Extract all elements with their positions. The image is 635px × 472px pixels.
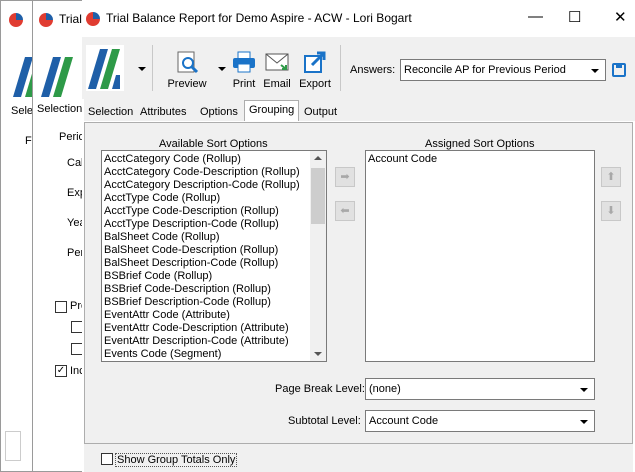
app-logo [39, 53, 77, 99]
vertical-scrollbar[interactable] [310, 151, 326, 361]
answers-value: Reconcile AP for Previous Period [404, 64, 566, 76]
show-totals-label: Show Group Totals Only [115, 453, 238, 467]
app-icon [39, 13, 53, 27]
title-bar[interactable]: Trial Balance Report for Demo Aspire - A… [82, 0, 635, 37]
preview-dropdown-icon[interactable] [218, 67, 226, 71]
page-break-value: (none) [369, 383, 401, 395]
move-left-button[interactable]: ⬅ [335, 201, 355, 221]
tab-selection[interactable]: Selection [84, 103, 137, 121]
scroll-thumb[interactable] [311, 168, 325, 224]
close-button[interactable]: ✕ [614, 8, 627, 26]
tab-strip: Selection Attributes Options Grouping Ou… [84, 99, 635, 121]
printer-icon [233, 51, 255, 73]
subtotal-dropdown[interactable]: Account Code [365, 410, 595, 432]
print-button[interactable]: Print [228, 49, 260, 90]
list-item[interactable]: AcctType Description-Code (Rollup) [102, 218, 310, 231]
list-item[interactable]: BalSheet Code-Description (Rollup) [102, 244, 310, 257]
list-item[interactable]: BalSheet Code (Rollup) [102, 231, 310, 244]
assigned-sort-title: Assigned Sort Options [425, 138, 535, 150]
page-break-label: Page Break Level: [275, 383, 365, 395]
answers-label: Answers: [350, 64, 396, 76]
email-button[interactable]: Email [260, 49, 294, 90]
logo-dropdown-icon[interactable] [138, 67, 146, 71]
preview-label: Preview [167, 78, 207, 90]
answers-dropdown[interactable]: Reconcile AP for Previous Period [400, 59, 606, 81]
list-item[interactable]: BSBrief Description-Code (Rollup) [102, 296, 310, 309]
bg-group-label: Perio [59, 131, 85, 143]
chevron-down-icon [591, 69, 599, 73]
list-item[interactable]: BSBrief Code-Description (Rollup) [102, 283, 310, 296]
export-label: Export [299, 78, 331, 90]
preview-icon [177, 51, 199, 74]
minimize-button[interactable]: — [528, 8, 543, 25]
tab-attributes[interactable]: Attributes [136, 103, 190, 121]
app-icon [86, 12, 100, 26]
list-item[interactable]: AcctCategory Code (Rollup) [102, 153, 310, 166]
tab-grouping[interactable]: Grouping [244, 100, 300, 121]
print-label: Print [232, 78, 256, 90]
show-totals-checkbox[interactable] [101, 453, 113, 465]
bg-tab-label[interactable]: Sele [11, 105, 33, 117]
list-item[interactable]: BalSheet Description-Code (Rollup) [102, 257, 310, 270]
list-item[interactable]: AcctCategory Description-Code (Rollup) [102, 179, 310, 192]
list-item[interactable]: Account Code [366, 153, 594, 166]
move-right-button[interactable]: ➡ [335, 167, 355, 187]
list-item[interactable]: EventAttr Code (Attribute) [102, 309, 310, 322]
move-up-button[interactable]: ⬆ [601, 167, 621, 187]
list-item[interactable]: AcctCategory Code-Description (Rollup) [102, 166, 310, 179]
subtotal-value: Account Code [369, 415, 439, 427]
export-button[interactable]: Export [296, 49, 334, 90]
bg-checkbox[interactable] [55, 301, 67, 313]
bg-window-title: Trial [59, 12, 82, 26]
scroll-up-icon[interactable] [314, 156, 322, 160]
subtotal-label: Subtotal Level: [288, 415, 361, 427]
bg-checkbox-checked[interactable]: ✓ [55, 365, 67, 377]
assigned-sort-list[interactable]: Account Code [365, 150, 595, 362]
chevron-down-icon [580, 420, 588, 424]
preview-button[interactable]: Preview [162, 49, 212, 90]
app-icon [9, 13, 23, 27]
footer-bar: Show Group Totals Only [84, 444, 633, 472]
chevron-down-icon [580, 388, 588, 392]
move-down-button[interactable]: ⬇ [601, 201, 621, 221]
window-title: Trial Balance Report for Demo Aspire - A… [106, 11, 412, 25]
email-icon [265, 53, 289, 71]
grouping-panel: Available Sort Options Assigned Sort Opt… [84, 122, 633, 444]
list-item[interactable]: EventAttr Code-Description (Attribute) [102, 322, 310, 335]
list-item[interactable]: BSBrief Code (Rollup) [102, 270, 310, 283]
list-item[interactable]: Events Code (Segment) [102, 348, 310, 361]
app-logo [86, 45, 124, 91]
tab-output[interactable]: Output [300, 103, 341, 121]
export-icon [304, 51, 326, 73]
save-icon[interactable] [612, 63, 626, 77]
tab-options[interactable]: Options [196, 103, 242, 121]
bg-scroll-left[interactable] [5, 431, 21, 461]
scroll-down-icon[interactable] [314, 352, 322, 356]
list-item[interactable]: EventAttr Description-Code (Attribute) [102, 335, 310, 348]
available-sort-list[interactable]: AcctCategory Code (Rollup) AcctCategory C… [101, 150, 327, 362]
list-item[interactable]: AcctType Code (Rollup) [102, 192, 310, 205]
email-label: Email [263, 78, 291, 90]
toolbar-separator [152, 45, 153, 91]
bg-tab-selection[interactable]: Selection [37, 103, 82, 115]
list-item[interactable]: AcctType Code-Description (Rollup) [102, 205, 310, 218]
toolbar: Preview Print Email Export Answers: Reco… [82, 37, 635, 99]
available-sort-title: Available Sort Options [159, 138, 268, 150]
bg-frame-letter: F [25, 135, 32, 147]
page-break-dropdown[interactable]: (none) [365, 378, 595, 400]
maximize-button[interactable]: ☐ [568, 8, 581, 26]
toolbar-separator [340, 45, 341, 91]
